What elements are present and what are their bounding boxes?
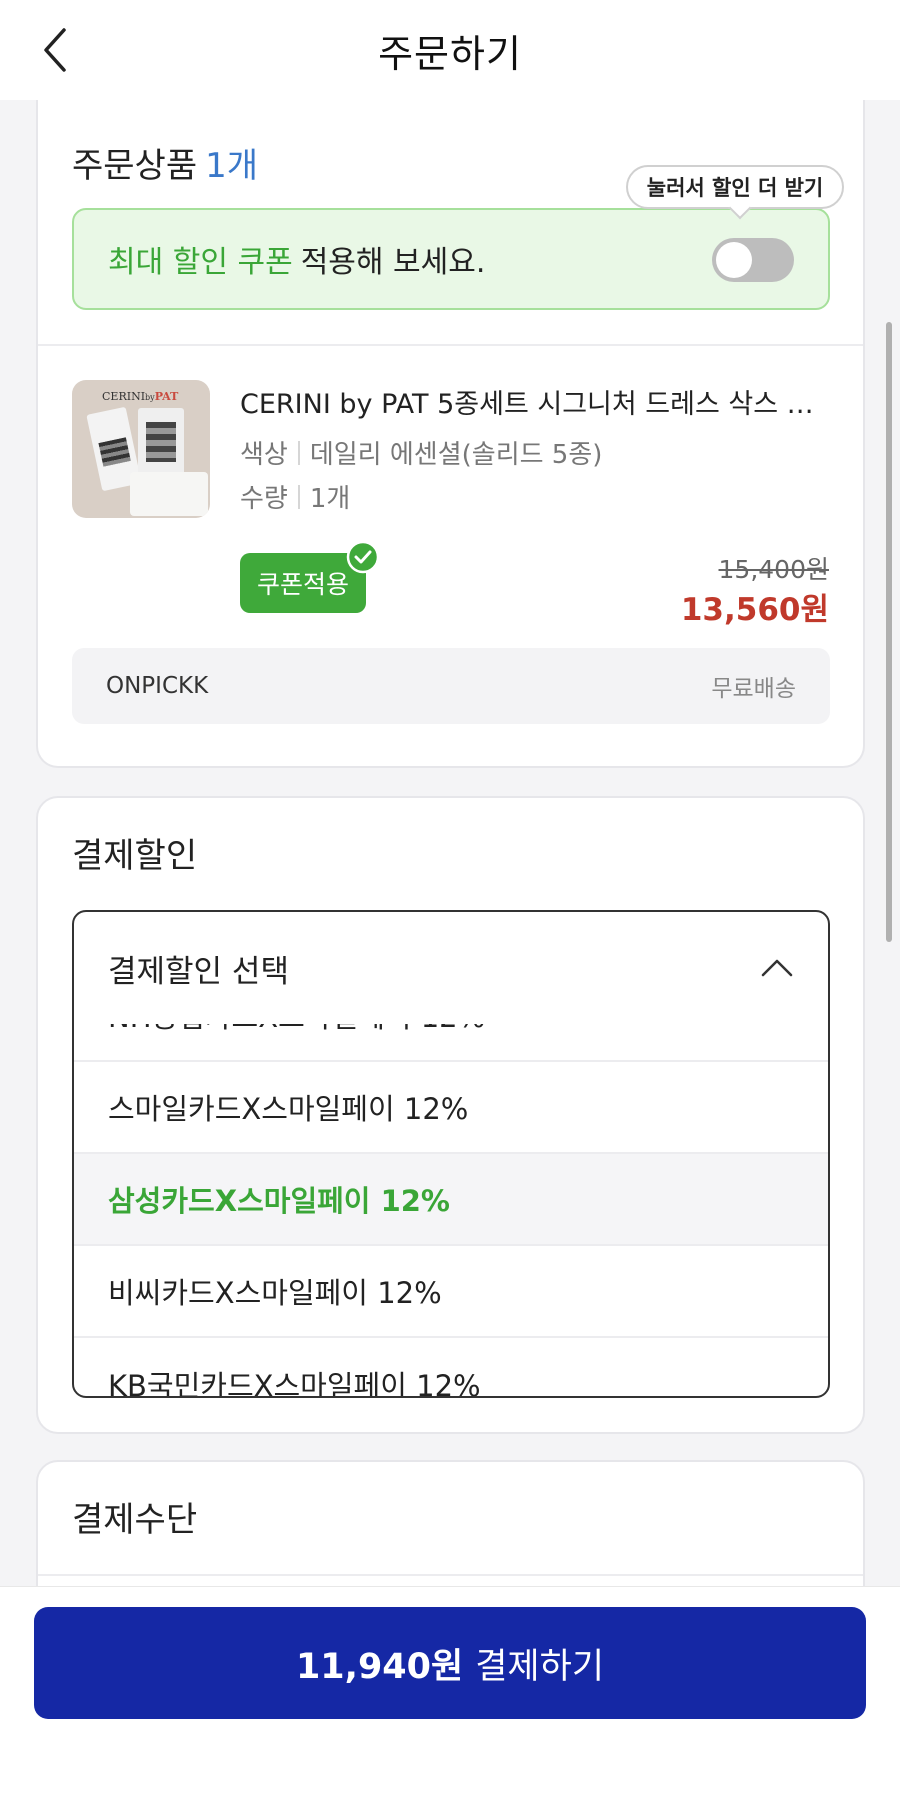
chevron-up-icon xyxy=(761,959,793,977)
order-products-title: 주문상품 1개 xyxy=(72,138,258,187)
socks-box-image xyxy=(138,408,184,482)
discounted-price: 13,560원 xyxy=(680,592,829,628)
toggle-knob xyxy=(716,242,752,278)
product-name[interactable]: CERINI by PAT 5종세트 시그니처 드레스 삭스 … xyxy=(240,382,820,421)
page-scrollbar[interactable] xyxy=(886,322,892,942)
option-separator xyxy=(297,484,300,509)
back-button[interactable] xyxy=(30,22,80,78)
option-color-label: 색상 xyxy=(240,440,288,470)
option-qty-label: 수량 xyxy=(240,484,288,514)
coupon-banner-highlight: 최대 할인 쿠폰 xyxy=(108,245,293,280)
pay-button[interactable]: 11,940원 결제하기 xyxy=(34,1607,866,1719)
order-products-card: 주문상품 1개 최대 할인 쿠폰 적용해 보세요. 눌러서 할인 더 받기 CER… xyxy=(36,100,865,768)
dropdown-options[interactable]: NH농협카드X스마일페이 12% 스마일카드X스마일페이 12% 삼성카드X스마… xyxy=(74,1024,828,1396)
order-products-title-text: 주문상품 xyxy=(72,146,198,186)
original-price: 15,400원 xyxy=(718,555,829,584)
product-thumbnail[interactable]: CERINIbyPAT xyxy=(72,380,210,518)
coupon-banner-text: 적용해 보세요. xyxy=(300,245,486,280)
payment-method-title: 결제수단 xyxy=(72,1500,198,1540)
gift-box-image xyxy=(130,472,208,516)
pay-label: 결제하기 xyxy=(475,1646,605,1687)
chevron-left-icon xyxy=(44,28,66,72)
payment-discount-title: 결제할인 xyxy=(72,836,198,876)
dropdown-option[interactable]: 스마일카드X스마일페이 12% xyxy=(74,1062,828,1154)
product-option-quantity: 수량 1개 xyxy=(240,478,350,515)
page-title: 주문하기 xyxy=(378,31,522,76)
bottom-pay-bar: 11,940원 결제하기 xyxy=(0,1586,900,1808)
dropdown-option[interactable]: KB국민카드X스마일페이 12% xyxy=(74,1338,828,1396)
discount-tooltip: 눌러서 할인 더 받기 xyxy=(626,165,844,209)
dropdown-option-selected[interactable]: 삼성카드X스마일페이 12% xyxy=(74,1154,828,1246)
order-products-count: 1개 xyxy=(205,146,259,186)
seller-name: ONPICKK xyxy=(106,673,209,699)
pay-amount: 11,940원 xyxy=(295,1646,464,1687)
divider xyxy=(38,1574,863,1576)
dropdown-header[interactable]: 결제할인 선택 xyxy=(74,912,828,1024)
top-header: 주문하기 xyxy=(0,0,900,100)
dropdown-option[interactable]: NH농협카드X스마일페이 12% xyxy=(74,1024,828,1062)
product-option-color: 색상 데일리 에센셜(솔리드 5종) xyxy=(240,434,602,471)
option-color-value: 데일리 에센셜(솔리드 5종) xyxy=(309,440,603,470)
option-separator xyxy=(297,440,300,465)
shipping-info: 무료배송 xyxy=(711,676,796,702)
check-circle-icon xyxy=(346,540,380,574)
thumbnail-brand-logo: CERINIbyPAT xyxy=(102,390,179,403)
max-coupon-banner[interactable]: 최대 할인 쿠폰 적용해 보세요. xyxy=(72,208,830,310)
payment-discount-dropdown[interactable]: 결제할인 선택 NH농협카드X스마일페이 12% 스마일카드X스마일페이 12%… xyxy=(72,910,830,1398)
max-coupon-toggle[interactable] xyxy=(712,238,794,282)
divider xyxy=(38,344,863,346)
option-qty-value: 1개 xyxy=(309,484,351,514)
payment-discount-card: 결제할인 결제할인 선택 NH농협카드X스마일페이 12% 스마일카드X스마일페… xyxy=(36,796,865,1434)
dropdown-placeholder: 결제할인 선택 xyxy=(108,953,289,990)
dropdown-option[interactable]: 비씨카드X스마일페이 12% xyxy=(74,1246,828,1338)
seller-info: ONPICKK 무료배송 xyxy=(72,648,830,724)
